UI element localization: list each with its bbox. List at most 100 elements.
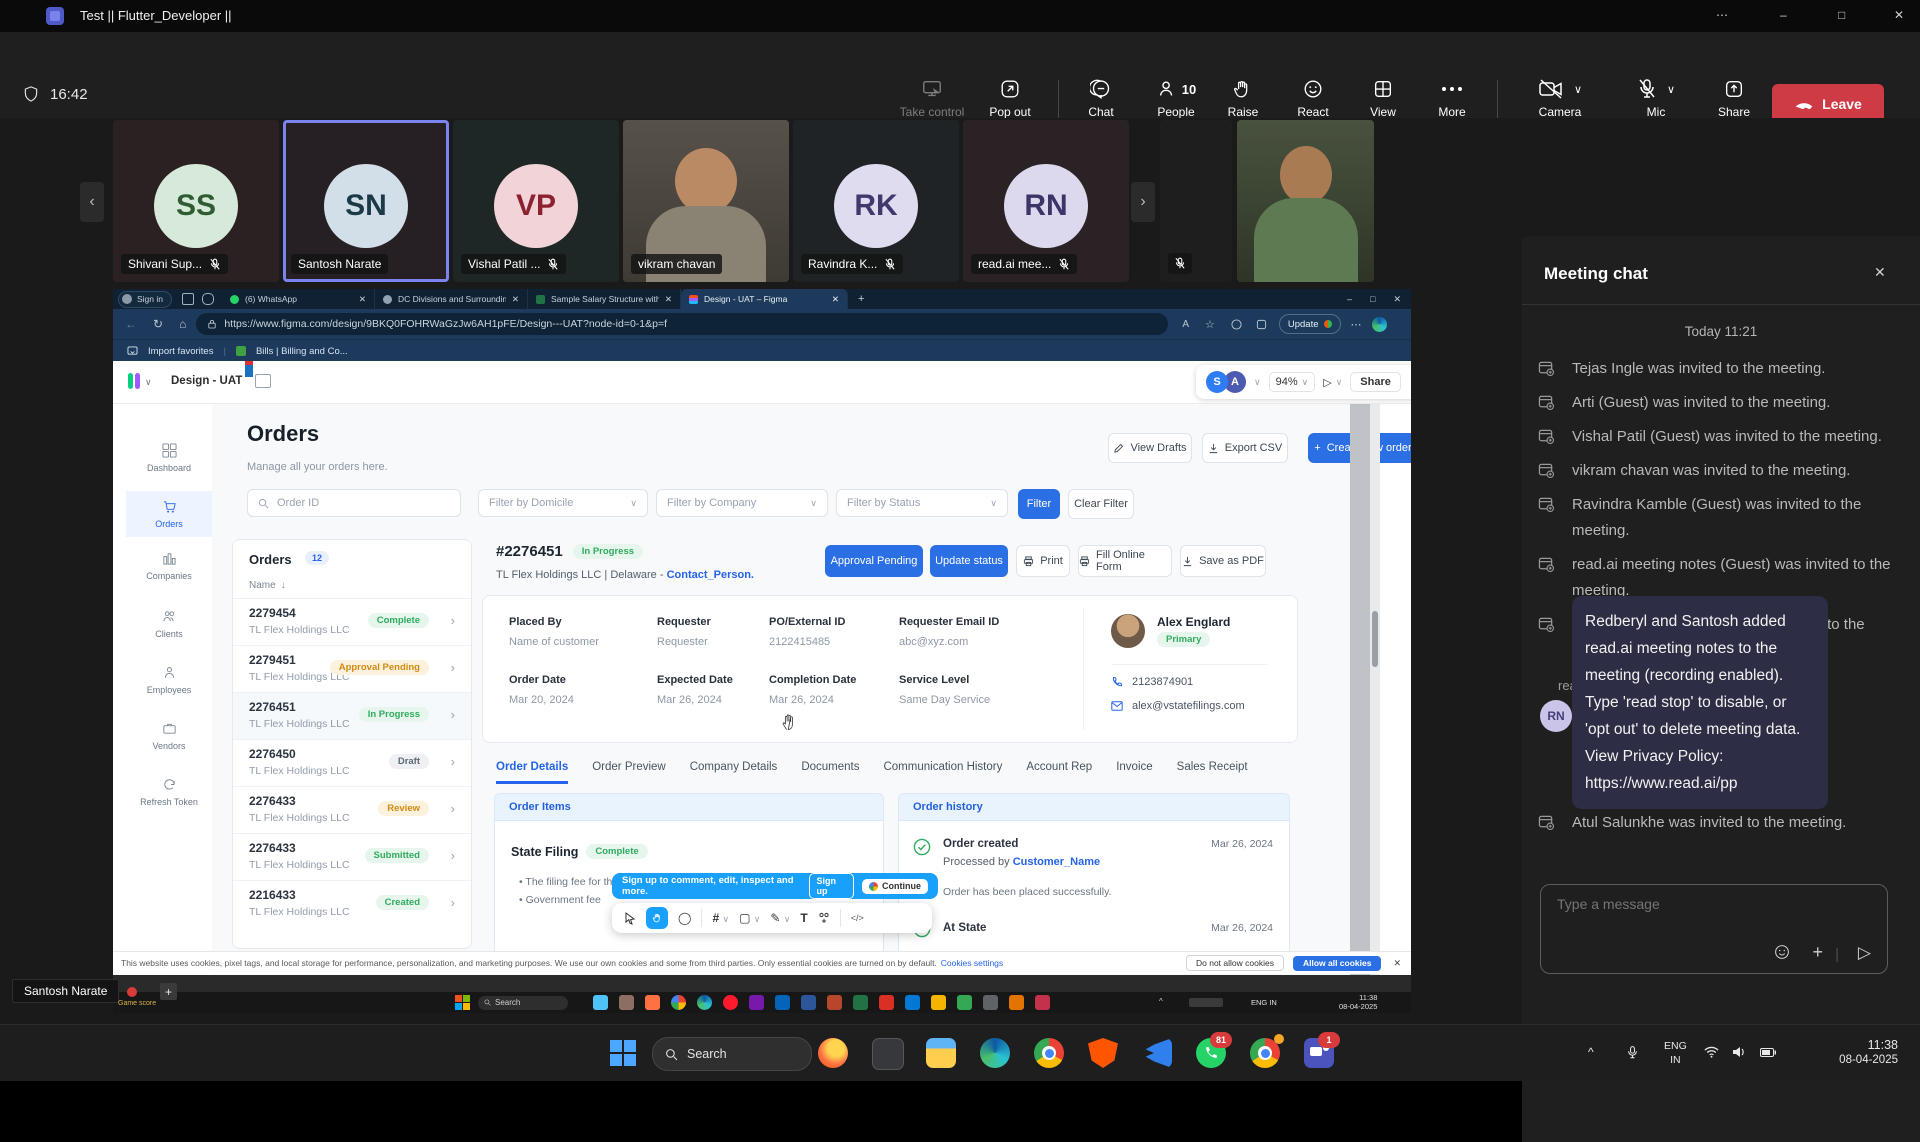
filmstrip-prev-button[interactable]: ‹ xyxy=(80,182,104,222)
tab-documents[interactable]: Documents xyxy=(801,761,859,784)
sidebar-item-employees[interactable]: Employees xyxy=(126,665,212,695)
order-row[interactable]: 2279454TL Flex Holdings LLC Complete› xyxy=(233,598,471,646)
workspaces-icon[interactable] xyxy=(182,293,194,305)
tab-company-details[interactable]: Company Details xyxy=(690,761,778,784)
react-button[interactable]: React xyxy=(1275,78,1351,119)
chrome-icon[interactable] xyxy=(1034,1038,1064,1068)
address-bar[interactable]: https://www.figma.com/design/9BKQ0FOHRWa… xyxy=(196,313,1168,335)
teams-icon[interactable]: 1 xyxy=(1304,1038,1334,1068)
filter-company-select[interactable]: Filter by Company∨ xyxy=(656,489,828,517)
participant-tile-partial[interactable] xyxy=(1160,120,1232,282)
sort-header[interactable]: Name↓ xyxy=(249,580,286,591)
browser-maximize-icon[interactable]: □ xyxy=(1370,294,1375,305)
dev-mode-icon[interactable]: </> xyxy=(851,913,864,923)
brave-icon[interactable] xyxy=(1088,1038,1118,1068)
tab-communication-history[interactable]: Communication History xyxy=(883,761,1002,784)
google-continue-button[interactable]: Continue xyxy=(862,879,928,894)
remote-taskbar-icon[interactable] xyxy=(593,995,608,1010)
browser-profile-button[interactable]: Sign in xyxy=(118,291,172,308)
browser-more-icon[interactable]: ⋯ xyxy=(1351,318,1362,331)
home-icon[interactable]: ⌂ xyxy=(179,317,186,331)
language-indicator[interactable]: ENGIN xyxy=(1664,1039,1687,1067)
tab-close-icon[interactable]: ✕ xyxy=(665,294,672,305)
sidebar-item-refresh-token[interactable]: Refresh Token xyxy=(126,777,212,807)
remote-taskbar-icon[interactable] xyxy=(983,995,998,1010)
allow-cookies-button[interactable]: Allow all cookies xyxy=(1293,956,1382,971)
window-minimize-icon[interactable]: – xyxy=(1780,8,1787,22)
window-maximize-icon[interactable]: □ xyxy=(1838,8,1845,22)
order-row[interactable]: 2216433TL Flex Holdings LLC Created› xyxy=(233,880,471,928)
filter-domicile-select[interactable]: Filter by Domicile∨ xyxy=(478,489,648,517)
chat-input-box[interactable]: + | ▷ xyxy=(1540,884,1888,974)
tab-account-rep[interactable]: Account Rep xyxy=(1026,761,1092,784)
remote-taskbar-icon[interactable] xyxy=(723,995,738,1010)
figma-menu-chevron[interactable]: ∨ xyxy=(145,377,152,388)
favorites-bookmark[interactable]: Bills | Billing and Co... xyxy=(256,346,348,357)
remote-taskbar-icon[interactable] xyxy=(645,995,660,1010)
sidebar-item-vendors[interactable]: Vendors xyxy=(126,721,212,751)
present-button[interactable]: ▷∨ xyxy=(1323,376,1342,389)
share-button[interactable]: Share xyxy=(1696,78,1772,119)
remote-language[interactable]: ENG IN xyxy=(1251,998,1277,1007)
order-row-selected[interactable]: 2276451TL Flex Holdings LLC In Progress› xyxy=(233,692,471,740)
tab-close-icon[interactable]: ✕ xyxy=(359,294,366,305)
window-more-icon[interactable]: ⋯ xyxy=(1716,8,1728,22)
remote-taskbar-icon[interactable] xyxy=(697,995,712,1010)
tab-close-icon[interactable]: ✕ xyxy=(832,294,839,305)
figma-menu-icon[interactable] xyxy=(128,373,140,389)
order-row[interactable]: 2279451TL Flex Holdings LLC Approval Pen… xyxy=(233,645,471,693)
browser-tab-active[interactable]: Design - UAT – Figma✕ xyxy=(681,289,848,309)
battery-icon[interactable] xyxy=(1760,1048,1776,1057)
actions-tool-icon[interactable] xyxy=(818,912,830,924)
tab-invoice[interactable]: Invoice xyxy=(1116,761,1152,784)
figma-doc-title[interactable]: Design - UAT xyxy=(171,375,242,387)
cookies-settings-link[interactable]: Cookies settings xyxy=(941,958,1003,968)
whatsapp-icon[interactable]: 81 xyxy=(1196,1038,1226,1068)
filter-button[interactable]: Filter xyxy=(1018,489,1060,519)
filter-status-select[interactable]: Filter by Status∨ xyxy=(836,489,1008,517)
favorite-star-icon[interactable]: ☆ xyxy=(1205,318,1215,331)
remote-taskbar-icon[interactable] xyxy=(749,995,764,1010)
save-as-pdf-button[interactable]: Save as PDF xyxy=(1180,545,1266,577)
tab-sales-receipt[interactable]: Sales Receipt xyxy=(1177,761,1248,784)
sidebar-item-clients[interactable]: Clients xyxy=(126,609,212,639)
remote-taskbar-icon[interactable] xyxy=(801,995,816,1010)
participant-tile-video[interactable]: vikram chavan xyxy=(623,120,789,282)
page-scrollbar[interactable] xyxy=(1370,403,1380,975)
order-row[interactable]: 2276450TL Flex Holdings LLC Draft› xyxy=(233,739,471,787)
remote-taskbar-icon[interactable] xyxy=(827,995,842,1010)
chat-close-icon[interactable]: ✕ xyxy=(1874,264,1886,281)
send-icon[interactable]: ▷ xyxy=(1858,943,1871,963)
chrome-profile-icon[interactable] xyxy=(1250,1038,1280,1068)
collaborator-avatar[interactable]: S xyxy=(1206,371,1228,393)
figma-share-button[interactable]: Share xyxy=(1350,372,1401,392)
participant-tile[interactable]: RK Ravindra K... xyxy=(793,120,959,282)
remote-taskbar-icon[interactable] xyxy=(957,995,972,1010)
layout-columns-icon[interactable] xyxy=(255,374,271,388)
sidebar-item-dashboard[interactable]: Dashboard xyxy=(126,443,212,473)
browser-tab[interactable]: Sample Salary Structure with calc✕ xyxy=(528,289,681,309)
contact-person-link[interactable]: Contact_Person. xyxy=(667,569,754,581)
tab-order-preview[interactable]: Order Preview xyxy=(592,761,666,784)
move-tool-icon[interactable] xyxy=(624,912,636,925)
order-id-search[interactable]: Order ID xyxy=(247,489,461,517)
sidebar-item-orders[interactable]: Orders xyxy=(126,491,212,537)
chat-input[interactable] xyxy=(1555,895,1839,913)
emoji-icon[interactable] xyxy=(1773,943,1791,961)
remote-taskbar-icon[interactable] xyxy=(1035,995,1050,1010)
update-status-button[interactable]: Update status xyxy=(930,545,1008,577)
contact-phone[interactable]: 2123874901 xyxy=(1111,676,1193,688)
start-button[interactable] xyxy=(610,1040,636,1066)
remote-taskbar-icon[interactable] xyxy=(905,995,920,1010)
presenter-add-button[interactable]: + xyxy=(160,983,177,1000)
participant-tile[interactable]: RN read.ai mee... xyxy=(963,120,1129,282)
remote-start-icon[interactable] xyxy=(455,995,470,1010)
pinned-participant-tile[interactable] xyxy=(1237,120,1374,282)
remote-taskbar-icon[interactable] xyxy=(1009,995,1024,1010)
pen-tool-icon[interactable]: ✎ ∨ xyxy=(770,911,790,925)
sidebar-item-companies[interactable]: Companies xyxy=(126,551,212,581)
view-button[interactable]: View xyxy=(1345,78,1421,119)
chat-button[interactable]: Chat xyxy=(1063,78,1139,119)
approval-pending-button[interactable]: Approval Pending xyxy=(825,545,923,577)
back-icon[interactable]: ← xyxy=(125,317,137,331)
